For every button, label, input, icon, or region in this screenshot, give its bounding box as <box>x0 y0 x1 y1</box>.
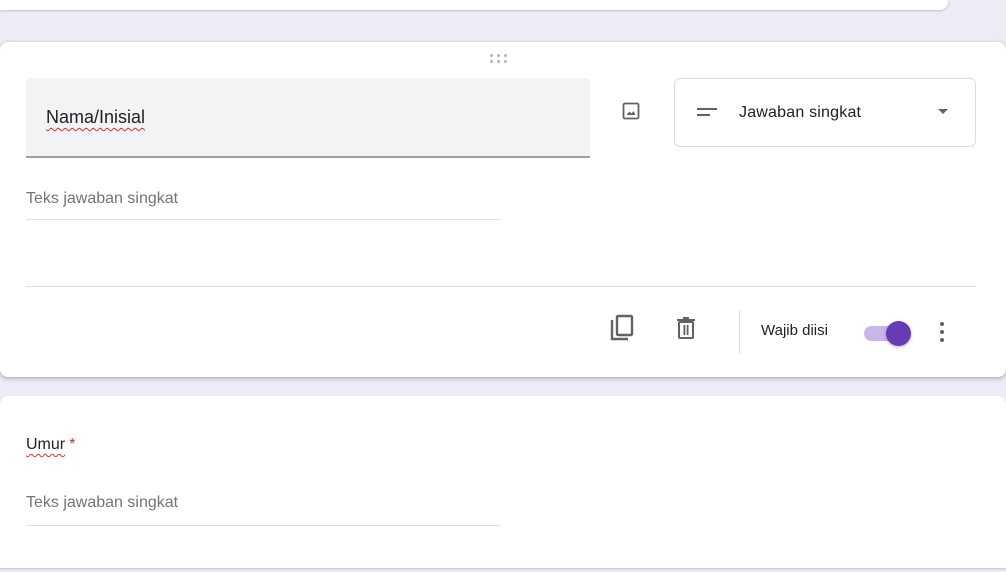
required-star: * <box>69 436 76 453</box>
image-icon <box>622 102 640 120</box>
drag-handle-icon[interactable] <box>490 54 514 66</box>
delete-button[interactable] <box>672 314 700 342</box>
add-image-button[interactable] <box>619 99 643 123</box>
toggle-thumb <box>886 321 911 346</box>
question-title-text: Umur <box>26 436 66 453</box>
form-editor: Nama/Inisial Jawaban singkat Teks jawaba… <box>0 0 1006 572</box>
question-type-label: Jawaban singkat <box>739 104 862 121</box>
duplicate-button[interactable] <box>608 314 636 342</box>
question-title: Umur * <box>26 436 75 454</box>
more-vert-icon[interactable] <box>932 318 952 346</box>
footer-divider <box>26 286 976 287</box>
question-title-text[interactable]: Nama/Inisial <box>46 107 145 128</box>
question-title-field[interactable]: Nama/Inisial <box>26 78 590 158</box>
footer-vertical-divider <box>739 310 740 354</box>
copy-icon <box>610 314 634 341</box>
question-type-dropdown[interactable]: Jawaban singkat <box>674 78 976 147</box>
previous-question-card[interactable] <box>0 0 948 10</box>
active-question-card[interactable]: Nama/Inisial Jawaban singkat Teks jawaba… <box>0 42 1006 377</box>
required-label: Wajib diisi <box>761 322 828 339</box>
short-answer-icon <box>697 108 717 116</box>
required-toggle[interactable] <box>862 320 914 346</box>
next-question-card[interactable]: Umur * Teks jawaban singkat <box>0 396 1006 568</box>
short-answer-placeholder: Teks jawaban singkat <box>26 190 500 220</box>
short-answer-placeholder: Teks jawaban singkat <box>26 494 500 526</box>
trash-icon <box>677 317 695 339</box>
dropdown-arrow-icon <box>938 109 948 114</box>
